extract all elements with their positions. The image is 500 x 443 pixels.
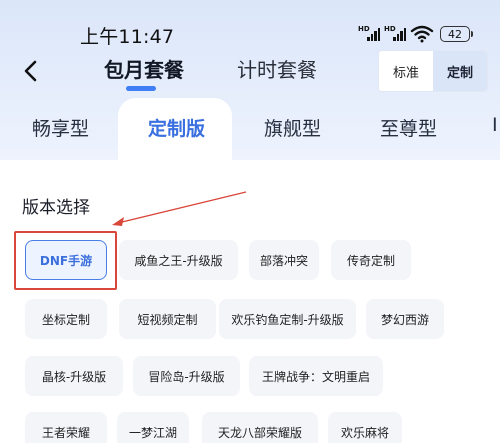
mode-custom-button[interactable]: 定制 xyxy=(433,51,487,91)
version-chip[interactable]: 咸鱼之王-升级版 xyxy=(119,240,238,280)
version-chip[interactable]: DNF手游 xyxy=(25,240,107,280)
signal-icon: HD xyxy=(358,25,380,41)
signal-hd-label: HD xyxy=(384,25,396,33)
edition-tab-supreme[interactable]: 至尊型 xyxy=(380,114,437,141)
signal-hd-label: HD xyxy=(358,25,370,33)
version-chip[interactable]: 传奇定制 xyxy=(331,240,411,280)
version-chip[interactable]: 欢乐钓鱼定制-升级版 xyxy=(219,299,356,339)
version-chip[interactable]: 王者荣耀 xyxy=(25,412,107,443)
version-chip[interactable]: 一梦江湖 xyxy=(117,412,189,443)
status-icons: HD HD 42 xyxy=(358,24,473,44)
version-chip[interactable]: 部落冲突 xyxy=(249,240,319,280)
battery-icon: 42 xyxy=(440,26,473,42)
annotation-arrow xyxy=(112,191,247,226)
back-arrow-icon[interactable] xyxy=(22,60,40,82)
battery-level: 42 xyxy=(448,27,462,41)
edition-tab-enjoy[interactable]: 畅享型 xyxy=(32,114,89,141)
tab-hourly-package[interactable]: 计时套餐 xyxy=(237,54,317,83)
version-chip[interactable]: 冒险岛-升级版 xyxy=(133,356,240,396)
wifi-icon xyxy=(410,25,434,43)
tab-monthly-package[interactable]: 包月套餐 xyxy=(104,54,184,83)
edition-tab-more[interactable]: I xyxy=(492,114,498,136)
version-chip[interactable]: 欢乐麻将 xyxy=(328,412,402,443)
version-chip[interactable]: 王牌战争：文明重启 xyxy=(249,356,383,396)
mode-toggle: 标准 定制 xyxy=(378,50,488,92)
mode-standard-button[interactable]: 标准 xyxy=(379,51,433,91)
signal-icon: HD xyxy=(384,25,406,41)
edition-tab-custom[interactable]: 定制版 xyxy=(148,114,205,141)
status-time: 上午11:47 xyxy=(80,26,175,48)
section-title: 版本选择 xyxy=(22,198,90,218)
edition-tab-flagship[interactable]: 旗舰型 xyxy=(264,114,321,141)
version-chip[interactable]: 梦幻西游 xyxy=(366,299,444,339)
version-chip[interactable]: 晶核-升级版 xyxy=(25,356,123,396)
version-chip[interactable]: 坐标定制 xyxy=(25,299,107,339)
version-chip[interactable]: 短视频定制 xyxy=(119,299,216,339)
tab-active-indicator xyxy=(126,86,156,91)
version-chip[interactable]: 天龙八部荣耀版 xyxy=(202,412,318,443)
